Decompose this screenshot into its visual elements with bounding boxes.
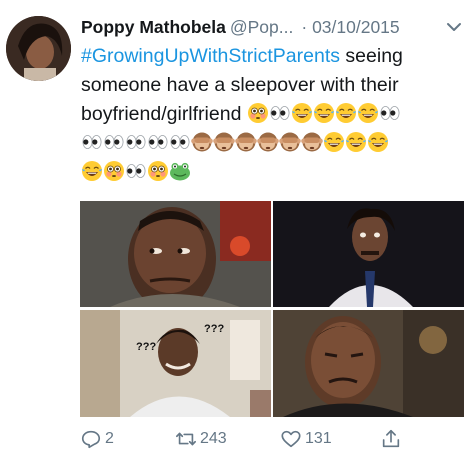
see-no-evil-monkey-emoji-icon (235, 131, 257, 153)
flushed-face-emoji-icon (147, 160, 169, 182)
see-no-evil-monkey-emoji-icon (301, 131, 323, 153)
avatar[interactable] (6, 16, 71, 81)
hashtag-link[interactable]: #GrowingUpWithStrictParents (81, 45, 340, 67)
frog-face-emoji-icon (169, 160, 191, 182)
flushed-face-emoji-icon (247, 102, 269, 124)
retweet-icon (176, 432, 196, 446)
eyes-emoji-icon (169, 131, 191, 153)
reply-icon (81, 430, 101, 449)
retweet-count: 243 (200, 430, 227, 447)
tweet-text-line2: someone have a sleepover with their (81, 74, 399, 96)
joy-face-emoji-icon (367, 131, 389, 153)
reply-button[interactable]: 2 (80, 425, 114, 453)
tweet-date[interactable]: · 03/10/2015 (301, 17, 399, 37)
eyes-emoji-icon (103, 131, 125, 153)
reply-count: 2 (105, 430, 114, 447)
see-no-evil-monkey-emoji-icon (213, 131, 235, 153)
joy-face-emoji-icon (291, 102, 313, 124)
author-name[interactable]: Poppy Mathobela (81, 17, 226, 37)
like-button[interactable]: 131 (280, 425, 332, 453)
tweet-actions: 2 243 131 (80, 425, 470, 453)
joy-face-emoji-icon (313, 102, 335, 124)
photo-grid: ??? ??? (80, 201, 464, 417)
joy-face-emoji-icon (323, 131, 345, 153)
emoji-row-5 (81, 158, 471, 187)
share-icon (382, 429, 400, 448)
eyes-emoji-icon (147, 131, 169, 153)
tweet-text-line1: seeing (340, 45, 403, 67)
see-no-evil-monkey-emoji-icon (191, 131, 213, 153)
eyes-emoji-icon (81, 131, 103, 153)
joy-face-emoji-icon (81, 160, 103, 182)
tweet-header: Poppy Mathobela @Pop... · 03/10/2015 (81, 14, 471, 40)
heart-icon (281, 430, 301, 448)
question-marks-left: ??? (136, 341, 156, 353)
like-count: 131 (305, 430, 332, 447)
reaction-photo-side-eye[interactable] (80, 201, 271, 307)
share-button[interactable] (380, 425, 405, 453)
eyes-emoji-icon (269, 102, 291, 124)
tweet-card[interactable]: Poppy Mathobela @Pop... · 03/10/2015 #Grow… (0, 0, 474, 474)
see-no-evil-monkey-emoji-icon (257, 131, 279, 153)
emoji-row-3: boyfriend/girlfriend (81, 100, 471, 129)
reaction-photo-stunned-man[interactable] (273, 201, 464, 307)
eyes-emoji-icon (125, 160, 147, 182)
reaction-photo-squinting-man[interactable] (273, 310, 464, 417)
eyes-emoji-icon (125, 131, 147, 153)
flushed-face-emoji-icon (103, 160, 125, 182)
author-handle[interactable]: @Pop... (230, 17, 294, 37)
eyes-emoji-icon (379, 102, 401, 124)
chevron-down-icon[interactable] (445, 18, 463, 36)
question-marks-right: ??? (204, 323, 224, 335)
joy-face-emoji-icon (335, 102, 357, 124)
tweet-text-line3: boyfriend/girlfriend (81, 103, 242, 125)
reaction-photo-confused-question-marks[interactable]: ??? ??? (80, 310, 271, 417)
see-no-evil-monkey-emoji-icon (279, 131, 301, 153)
tweet-text: #GrowingUpWithStrictParents seeing someo… (81, 42, 471, 187)
emoji-row-4 (81, 129, 471, 158)
retweet-button[interactable]: 243 (175, 425, 227, 453)
joy-face-emoji-icon (345, 131, 367, 153)
joy-face-emoji-icon (357, 102, 379, 124)
